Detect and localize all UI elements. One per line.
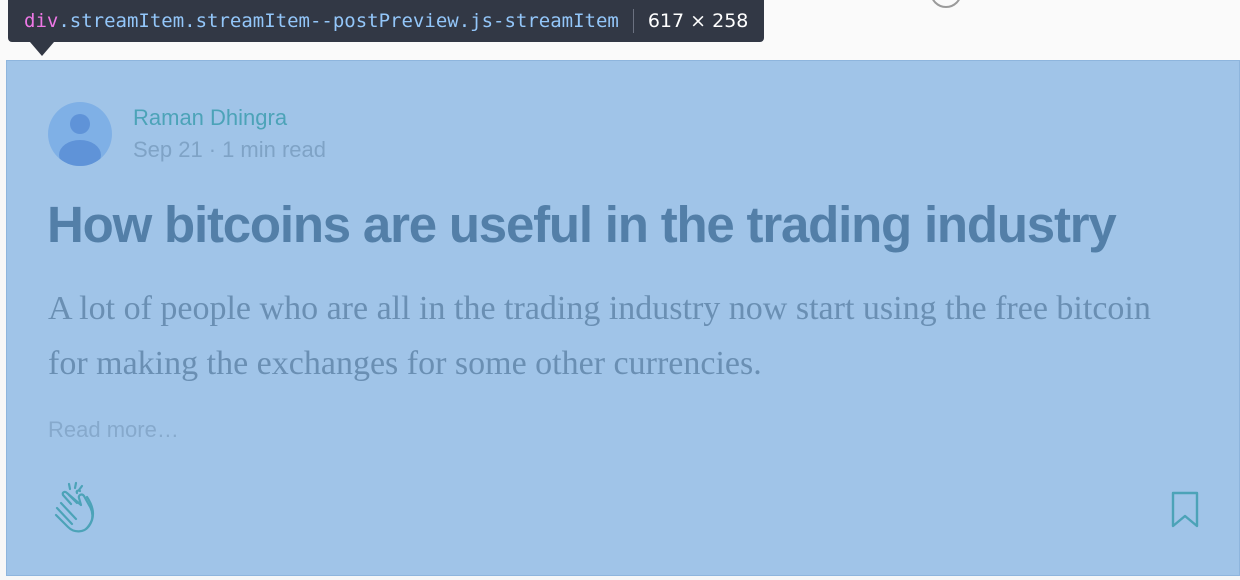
avatar-head-shape	[70, 114, 90, 134]
read-time: 1 min read	[222, 137, 327, 162]
bookmark-icon[interactable]	[1170, 491, 1200, 529]
post-date[interactable]: Sep 21	[133, 137, 203, 162]
post-meta: Sep 21 · 1 min read	[133, 137, 326, 163]
author-name-link[interactable]: Raman Dhingra	[133, 105, 287, 131]
post-title[interactable]: How bitcoins are useful in the trading i…	[47, 195, 1117, 254]
clap-icon[interactable]	[47, 481, 99, 537]
inspector-dimensions: 617 × 258	[647, 10, 749, 32]
inspector-classes: .streamItem.streamItem--postPreview.js-s…	[58, 10, 619, 32]
post-excerpt[interactable]: A lot of people who are all in the tradi…	[48, 281, 1198, 391]
partial-circle-icon	[930, 0, 962, 8]
read-more-link[interactable]: Read more…	[48, 417, 179, 443]
inspector-divider	[632, 9, 634, 33]
avatar-body-shape	[59, 140, 101, 166]
page: Raman Dhingra Sep 21 · 1 min read How bitc…	[0, 0, 1240, 580]
author-avatar[interactable]	[48, 102, 112, 166]
stream-item-post-preview[interactable]: Raman Dhingra Sep 21 · 1 min read How bitc…	[6, 60, 1240, 576]
inspector-tooltip-arrow	[30, 42, 54, 56]
devtools-inspector-tooltip: div .streamItem.streamItem--postPreview.j…	[8, 0, 765, 42]
meta-separator: ·	[208, 137, 217, 162]
inspector-tag: div	[24, 10, 59, 32]
